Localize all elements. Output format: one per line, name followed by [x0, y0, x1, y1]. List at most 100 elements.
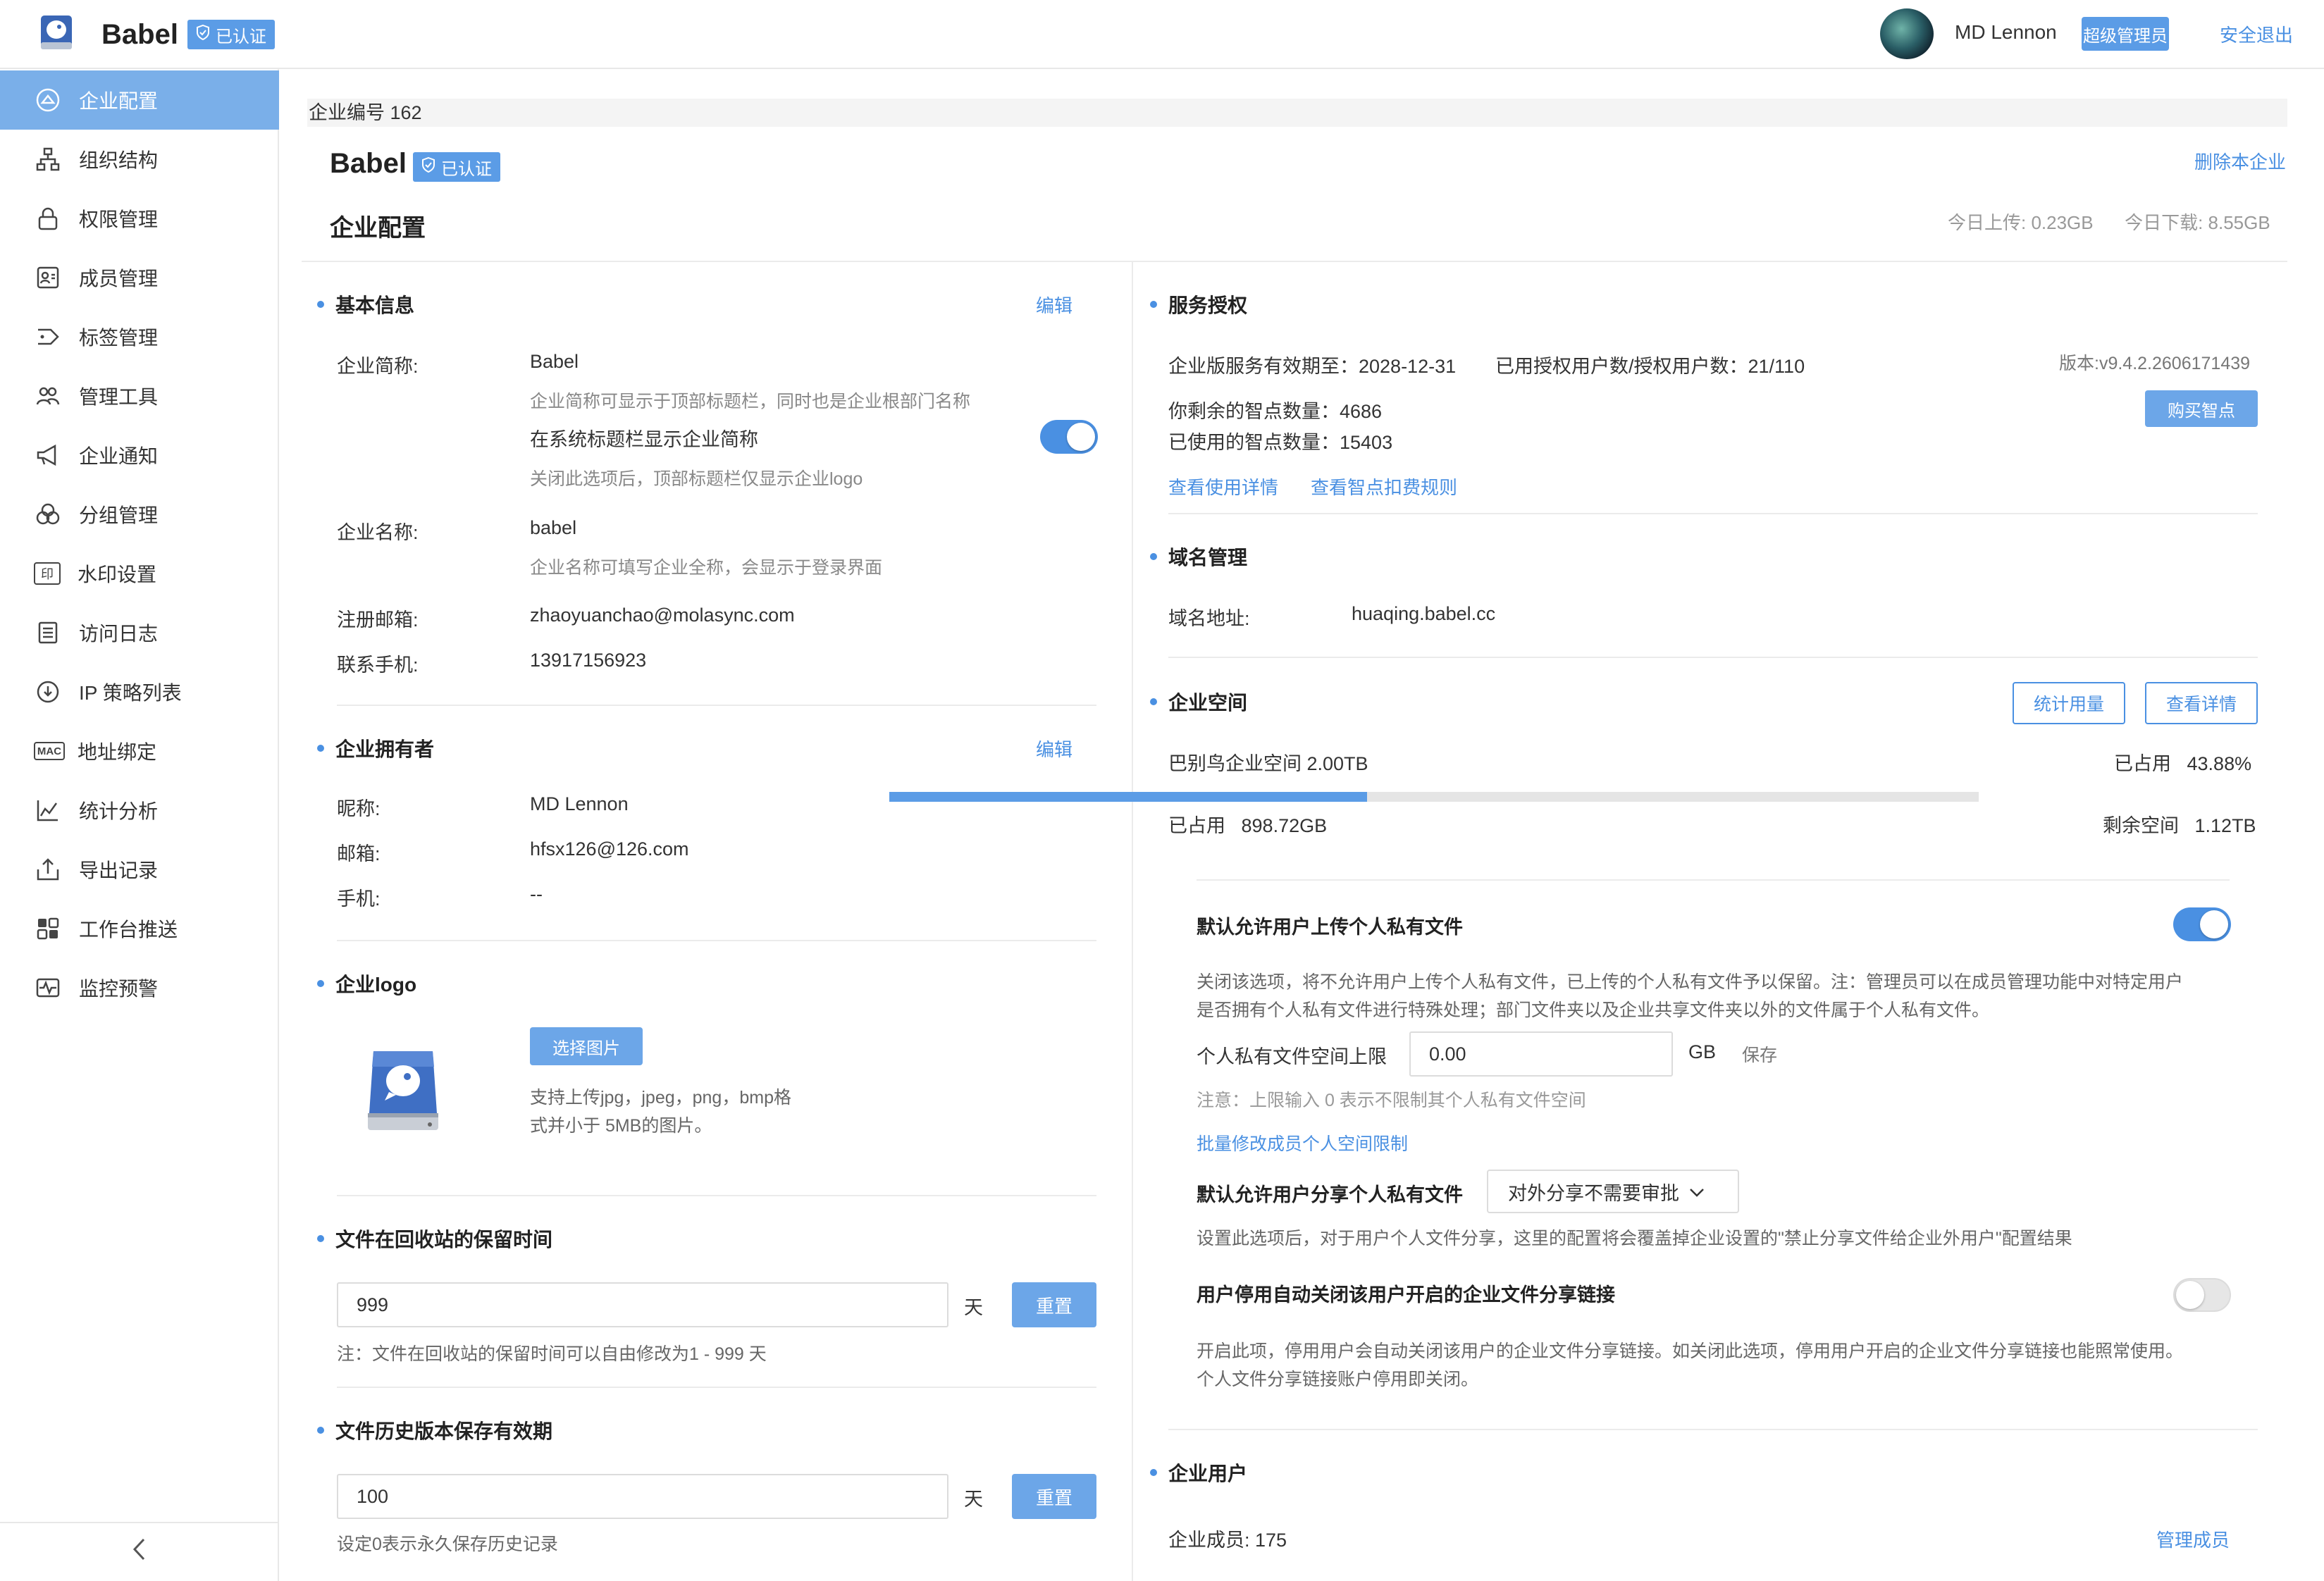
sidebar-item-access-log[interactable]: 访问日志 [0, 603, 279, 662]
recycle-days-input[interactable]: 999 [337, 1282, 948, 1327]
recycle-reset-button[interactable]: 重置 [1012, 1282, 1096, 1327]
sidebar-item-admin-tools[interactable]: 管理工具 [0, 366, 279, 426]
history-note: 设定0表示永久保存历史记录 [337, 1534, 558, 1554]
delete-enterprise-link[interactable]: 删除本企业 [2194, 148, 2286, 174]
enterprise-id: 企业编号 162 [307, 99, 2287, 127]
traffic-stats: 今日上传: 0.23GB 今日下载: 8.55GB [1948, 209, 2270, 235]
owner-phone: -- [530, 884, 543, 905]
sidebar-item-permissions[interactable]: 权限管理 [0, 189, 279, 248]
space-used-label: 已占用 [1168, 815, 1225, 836]
sidebar-item-workbench-push[interactable]: 工作台推送 [0, 899, 279, 958]
email-label: 注册邮箱: [337, 609, 419, 631]
auto-close-toggle[interactable] [2173, 1278, 2231, 1312]
edit-basic-info-link[interactable]: 编辑 [1036, 292, 1073, 318]
avatar[interactable] [1880, 8, 1934, 59]
share-approval-select[interactable]: 对外分享不需要审批 [1487, 1170, 1739, 1213]
allow-upload-hint-line2: 是否拥有个人私有文件进行特殊处理；部门文件夹以及企业共享文件夹以外的文件属于个人… [1197, 1000, 1990, 1020]
sidebar-item-label: 组织结构 [79, 149, 159, 171]
sidebar-item-watermark[interactable]: 印 水印设置 [0, 544, 279, 603]
space-details-button[interactable]: 查看详情 [2145, 682, 2258, 724]
logo-hint-line2: 式并小于 5MB的图片。 [530, 1116, 712, 1136]
mac-icon: MAC [34, 742, 65, 760]
lock-icon [34, 204, 62, 232]
phone-value: 13917156923 [530, 650, 647, 671]
verified-badge: 已认证 [187, 20, 275, 49]
auto-close-label: 用户停用自动关闭该用户开启的企业文件分享链接 [1197, 1284, 1615, 1306]
history-days-input[interactable]: 100 [337, 1474, 948, 1519]
domain-title: 域名管理 [1150, 542, 1247, 571]
today-upload: 今日上传: 0.23GB [1948, 212, 2094, 233]
short-name-label: 企业简称: [337, 356, 419, 377]
basic-info-title: 基本信息 [317, 290, 414, 318]
used-points-value: 15403 [1340, 432, 1393, 453]
quota-save-button[interactable]: 保存 [1742, 1041, 1777, 1067]
sidebar-item-groups[interactable]: 分组管理 [0, 485, 279, 544]
space-occupied-label: 已占用 [2114, 753, 2171, 774]
sidebar-item-statistics[interactable]: 统计分析 [0, 781, 279, 840]
service-expiry-label: 企业版服务有效期至： [1168, 356, 1359, 377]
column-divider [1132, 262, 1133, 1581]
member-count: 企业成员: 175 [1168, 1530, 1287, 1551]
sidebar-item-label: 管理工具 [79, 386, 159, 408]
remaining-points-value: 4686 [1340, 401, 1383, 422]
sidebar-item-members[interactable]: 成员管理 [0, 248, 279, 307]
deduction-rules-link[interactable]: 查看智点扣费规则 [1311, 473, 1457, 500]
divider [337, 1195, 1096, 1196]
divider [1168, 657, 2258, 658]
sidebar-item-org-structure[interactable]: 组织结构 [0, 130, 279, 189]
edit-owner-link[interactable]: 编辑 [1036, 736, 1073, 762]
verified-label: 已认证 [216, 27, 266, 46]
sidebar-item-address-binding[interactable]: MAC 地址绑定 [0, 721, 279, 781]
shield-icon [421, 156, 435, 178]
sidebar-item-ip-policy[interactable]: IP 策略列表 [0, 662, 279, 721]
quota-input[interactable]: 0.00 [1409, 1031, 1673, 1077]
full-name-hint: 企业名称可填写企业全称，会显示于登录界面 [530, 558, 883, 578]
email-value: zhaoyuanchao@molasync.com [530, 604, 795, 626]
history-unit: 天 [964, 1489, 983, 1510]
show-in-title-label: 在系统标题栏显示企业简称 [530, 429, 758, 450]
sidebar-item-label: 访问日志 [79, 623, 159, 645]
usage-stats-button[interactable]: 统计用量 [2013, 682, 2125, 724]
allow-upload-toggle[interactable] [2173, 907, 2231, 941]
sidebar-item-label: 企业配置 [79, 90, 159, 112]
monitor-icon [34, 974, 62, 1002]
toggle-knob [1067, 423, 1095, 451]
owner-phone-label: 手机: [337, 888, 381, 910]
divider [337, 705, 1096, 706]
users-tool-icon [34, 382, 62, 410]
batch-quota-link[interactable]: 批量修改成员个人空间限制 [1197, 1130, 1408, 1155]
today-download: 今日下载: 8.55GB [2125, 212, 2270, 233]
ip-policy-icon [34, 678, 62, 706]
chart-icon [34, 796, 62, 824]
quota-note: 注意：上限输入 0 表示不限制其个人私有文件空间 [1197, 1091, 1586, 1110]
buy-points-button[interactable]: 购买智点 [2145, 390, 2258, 427]
full-name-label: 企业名称: [337, 522, 419, 543]
sidebar-item-notices[interactable]: 企业通知 [0, 426, 279, 485]
shield-icon [196, 24, 210, 45]
owner-nickname: MD Lennon [530, 793, 629, 814]
owner-nickname-label: 昵称: [337, 798, 381, 819]
history-reset-button[interactable]: 重置 [1012, 1474, 1096, 1519]
choose-image-button[interactable]: 选择图片 [530, 1027, 643, 1065]
auto-close-hint-line2: 个人文件分享链接账户停用即关闭。 [1197, 1370, 1479, 1389]
usage-details-link[interactable]: 查看使用详情 [1168, 473, 1278, 500]
sidebar-item-label: IP 策略列表 [79, 682, 182, 704]
app-logo-icon [37, 10, 79, 56]
user-name[interactable]: MD Lennon [1955, 21, 2057, 44]
role-badge[interactable]: 超级管理员 [2082, 17, 2169, 51]
logo-title: 企业logo [317, 969, 416, 998]
recycle-unit: 天 [964, 1297, 983, 1318]
sidebar-item-label: 水印设置 [78, 564, 157, 585]
owner-email-label: 邮箱: [337, 843, 381, 864]
sidebar-item-export-records[interactable]: 导出记录 [0, 840, 279, 899]
space-used-value: 898.72GB [1241, 815, 1328, 836]
sidebar-item-tags[interactable]: 标签管理 [0, 307, 279, 366]
show-in-title-toggle[interactable] [1040, 420, 1098, 454]
sidebar-item-monitor-alerts[interactable]: 监控预警 [0, 958, 279, 1017]
logout-link[interactable]: 安全退出 [2220, 21, 2293, 47]
manage-members-link[interactable]: 管理成员 [2156, 1526, 2230, 1552]
sidebar-item-enterprise-config[interactable]: 企业配置 [0, 70, 279, 130]
phone-label: 联系手机: [337, 655, 419, 676]
sidebar-item-label: 地址绑定 [78, 741, 157, 763]
sidebar-collapse-button[interactable] [0, 1522, 279, 1581]
